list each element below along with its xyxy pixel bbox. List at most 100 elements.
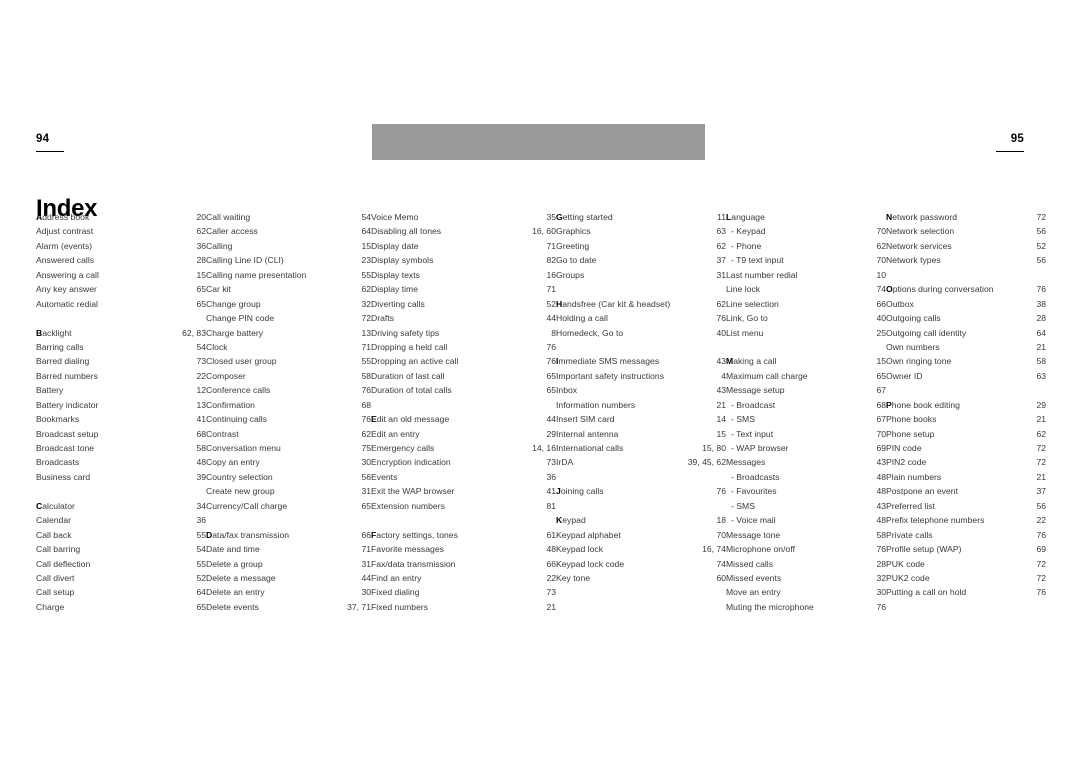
- index-entry[interactable]: Messages 43: [726, 455, 886, 469]
- index-entry[interactable]: Exit the WAP browser 41: [371, 484, 556, 498]
- index-entry[interactable]: Emergency calls 14, 16: [371, 441, 556, 455]
- index-entry[interactable]: Graphics 63: [556, 224, 726, 238]
- index-entry[interactable]: Network services 52: [886, 239, 1046, 253]
- index-entry[interactable]: Adjust contrast 62: [36, 224, 206, 238]
- index-entry[interactable]: Driving safety tips 8: [371, 326, 556, 340]
- index-entry[interactable]: Call back 55: [36, 528, 206, 542]
- index-entry[interactable]: Duration of last call 65: [371, 369, 556, 383]
- index-entry[interactable]: Clock 71: [206, 340, 371, 354]
- index-entry[interactable]: Calling 15: [206, 239, 371, 253]
- index-entry[interactable]: Making a call 15: [726, 354, 886, 368]
- index-entry[interactable]: Message tone 58: [726, 528, 886, 542]
- index-entry[interactable]: Confirmation 68: [206, 398, 371, 412]
- index-entry[interactable]: Voice Memo 35: [371, 210, 556, 224]
- index-entry[interactable]: Edit an entry 29: [371, 427, 556, 441]
- index-entry[interactable]: Broadcasts 48: [36, 455, 206, 469]
- index-entry[interactable]: Display date 71: [371, 239, 556, 253]
- index-entry[interactable]: Go to date 37: [556, 253, 726, 267]
- index-entry[interactable]: Delete events 37, 71: [206, 600, 371, 614]
- index-entry[interactable]: Display symbols 82: [371, 253, 556, 267]
- index-entry[interactable]: Outbox 38: [886, 297, 1046, 311]
- index-entry[interactable]: Answered calls 28: [36, 253, 206, 267]
- index-entry[interactable]: Broadcast tone 58: [36, 441, 206, 455]
- index-entry[interactable]: Find an entry 22: [371, 571, 556, 585]
- index-entry[interactable]: Battery indicator 13: [36, 398, 206, 412]
- index-entry[interactable]: Prefix telephone numbers 22: [886, 513, 1046, 527]
- index-entry[interactable]: Calling name presentation 55: [206, 268, 371, 282]
- index-entry[interactable]: Network password 72: [886, 210, 1046, 224]
- index-entry[interactable]: Network selection 56: [886, 224, 1046, 238]
- index-entry[interactable]: Inbox 43: [556, 383, 726, 397]
- index-entry[interactable]: Display time 71: [371, 282, 556, 296]
- index-entry[interactable]: Missed events 32: [726, 571, 886, 585]
- index-entry[interactable]: Options during conversation 76: [886, 282, 1046, 296]
- index-entry[interactable]: Broadcast setup 68: [36, 427, 206, 441]
- index-entry[interactable]: Automatic redial 65: [36, 297, 206, 311]
- index-entry[interactable]: Calendar 36: [36, 513, 206, 527]
- index-entry[interactable]: Plain numbers 21: [886, 470, 1046, 484]
- index-entry[interactable]: Call divert 52: [36, 571, 206, 585]
- index-entry[interactable]: Continuing calls 76: [206, 412, 371, 426]
- index-entry[interactable]: PUK code 72: [886, 557, 1046, 571]
- index-entry[interactable]: Groups 31: [556, 268, 726, 282]
- index-entry[interactable]: Delete a group 31: [206, 557, 371, 571]
- index-entry[interactable]: Phone books 21: [886, 412, 1046, 426]
- index-entry[interactable]: Keypad alphabet 70: [556, 528, 726, 542]
- index-entry[interactable]: Keypad lock code 74: [556, 557, 726, 571]
- index-entry[interactable]: - SMS 67: [726, 412, 886, 426]
- index-entry[interactable]: - Keypad 70: [726, 224, 886, 238]
- index-entry[interactable]: Keypad 18: [556, 513, 726, 527]
- index-entry[interactable]: Language: [726, 210, 886, 224]
- index-entry[interactable]: Favorite messages 48: [371, 542, 556, 556]
- index-entry[interactable]: Putting a call on hold 76: [886, 585, 1046, 599]
- index-entry[interactable]: - Phone 62: [726, 239, 886, 253]
- index-entry[interactable]: Data/fax transmission 66: [206, 528, 371, 542]
- index-entry[interactable]: Link, Go to 40: [726, 311, 886, 325]
- index-entry[interactable]: Change group 32: [206, 297, 371, 311]
- index-entry[interactable]: Create new group 31: [206, 484, 371, 498]
- index-entry[interactable]: Call setup 64: [36, 585, 206, 599]
- index-entry[interactable]: - T9 text input 70: [726, 253, 886, 267]
- index-entry[interactable]: Insert SIM card 14: [556, 412, 726, 426]
- index-entry[interactable]: Information numbers 21: [556, 398, 726, 412]
- index-entry[interactable]: Owner ID 63: [886, 369, 1046, 383]
- index-entry[interactable]: Own numbers 21: [886, 340, 1046, 354]
- index-entry[interactable]: Currency/Call charge 65: [206, 499, 371, 513]
- index-entry[interactable]: Phone book editing 29: [886, 398, 1046, 412]
- index-entry[interactable]: Private calls 76: [886, 528, 1046, 542]
- index-entry[interactable]: Keypad lock 16, 74: [556, 542, 726, 556]
- index-entry[interactable]: Delete an entry 30: [206, 585, 371, 599]
- index-entry[interactable]: Barring calls 54: [36, 340, 206, 354]
- index-entry[interactable]: Network types 56: [886, 253, 1046, 267]
- index-entry[interactable]: Business card 39: [36, 470, 206, 484]
- index-entry[interactable]: Call barring 54: [36, 542, 206, 556]
- index-entry[interactable]: Greeting 62: [556, 239, 726, 253]
- index-entry[interactable]: Display texts 16: [371, 268, 556, 282]
- index-entry[interactable]: Bookmarks 41: [36, 412, 206, 426]
- index-entry[interactable]: Key tone 60: [556, 571, 726, 585]
- index-entry[interactable]: Answering a call 15: [36, 268, 206, 282]
- index-entry[interactable]: Contrast 62: [206, 427, 371, 441]
- index-entry[interactable]: Line selection 66: [726, 297, 886, 311]
- index-entry[interactable]: Copy an entry 30: [206, 455, 371, 469]
- index-entry[interactable]: PIN code 72: [886, 441, 1046, 455]
- index-entry[interactable]: Important safety instructions 4: [556, 369, 726, 383]
- index-entry[interactable]: Immediate SMS messages 43: [556, 354, 726, 368]
- index-entry[interactable]: Backlight 62, 83: [36, 326, 206, 340]
- index-entry[interactable]: Drafts 44: [371, 311, 556, 325]
- index-entry[interactable]: Fixed numbers 21: [371, 600, 556, 614]
- index-entry[interactable]: Factory settings, tones 61: [371, 528, 556, 542]
- index-entry[interactable]: Date and time 71: [206, 542, 371, 556]
- index-entry[interactable]: Fax/data transmission 66: [371, 557, 556, 571]
- index-entry[interactable]: - Voice mail 48: [726, 513, 886, 527]
- index-entry[interactable]: Microphone on/off 76: [726, 542, 886, 556]
- index-entry[interactable]: Conversation menu 75: [206, 441, 371, 455]
- index-entry[interactable]: Country selection 56: [206, 470, 371, 484]
- index-entry[interactable]: - Broadcasts 48: [726, 470, 886, 484]
- index-entry[interactable]: Homedeck, Go to 40: [556, 326, 726, 340]
- index-entry[interactable]: Extension numbers 81: [371, 499, 556, 513]
- index-entry[interactable]: Holding a call 76: [556, 311, 726, 325]
- index-entry[interactable]: - Broadcast 68: [726, 398, 886, 412]
- index-entry[interactable]: Internal antenna 15: [556, 427, 726, 441]
- index-entry[interactable]: Call deflection 55: [36, 557, 206, 571]
